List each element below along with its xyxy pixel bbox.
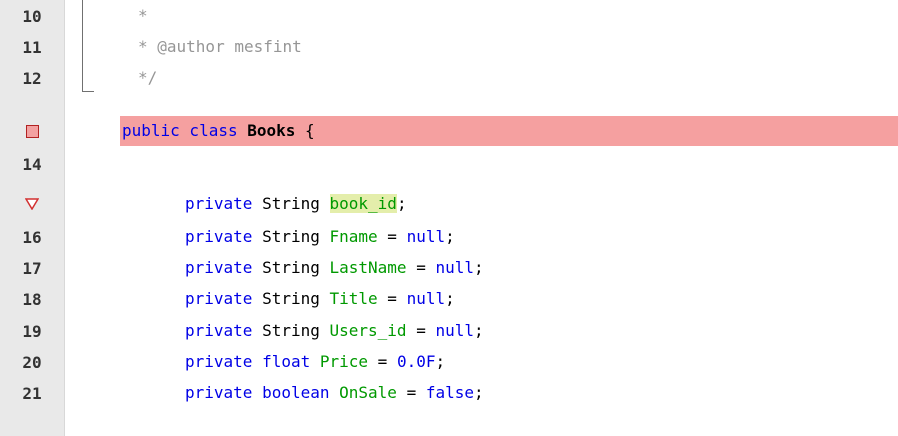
- code-line[interactable]: 10 *: [0, 0, 898, 32]
- field-declaration: private float Price = 0.0F;: [185, 346, 445, 378]
- literal: null: [435, 258, 474, 277]
- type-name: String: [252, 321, 330, 340]
- field-name: Fname: [329, 227, 378, 246]
- comment-text: * @author mesfint: [138, 37, 302, 56]
- type-name: String: [252, 289, 330, 308]
- field-name-highlighted: book_id: [329, 194, 397, 213]
- line-number: 11: [22, 37, 42, 57]
- code-line[interactable]: 12 */: [0, 62, 898, 94]
- line-number: 10: [22, 6, 42, 26]
- type-name: String: [252, 194, 330, 213]
- field-name: LastName: [329, 258, 407, 277]
- operator: =: [406, 258, 436, 277]
- code-line[interactable]: 21 private boolean OnSale = false;: [0, 377, 898, 409]
- brace: {: [295, 121, 315, 140]
- semicolon: ;: [474, 383, 484, 402]
- operator: =: [377, 227, 407, 246]
- code-line[interactable]: 14: [0, 148, 898, 180]
- field-declaration: private String book_id;: [185, 188, 407, 220]
- semicolon: ;: [435, 352, 446, 371]
- code-line[interactable]: 11 * @author mesfint: [0, 31, 898, 63]
- comment-text: */: [138, 68, 158, 87]
- field-declaration: private String Fname = null;: [185, 221, 455, 253]
- keyword: private: [185, 321, 253, 340]
- breakpoint-box-icon[interactable]: [25, 124, 39, 138]
- semicolon: ;: [445, 227, 455, 246]
- class-declaration: public class Books {: [122, 115, 315, 147]
- line-number: 18: [22, 289, 42, 309]
- line-number: 14: [22, 154, 42, 174]
- field-declaration: private boolean OnSale = false;: [185, 377, 484, 409]
- field-name: OnSale: [339, 383, 397, 402]
- keyword: private: [185, 227, 253, 246]
- field-name: Title: [329, 289, 378, 308]
- literal: false: [425, 383, 475, 402]
- literal: 0.0F: [396, 352, 436, 371]
- keyword: private: [185, 194, 253, 213]
- operator: =: [368, 352, 397, 371]
- code-line[interactable]: 19 private String Users_id = null;: [0, 315, 898, 347]
- field-name: Price: [319, 352, 369, 371]
- type-name: float: [252, 352, 320, 371]
- literal: null: [406, 289, 446, 308]
- field-declaration: private String Title = null;: [185, 283, 455, 315]
- line-number: 19: [22, 321, 42, 341]
- keyword: private: [185, 383, 253, 402]
- code-line[interactable]: private String book_id;: [0, 188, 898, 220]
- field-name: Users_id: [329, 321, 407, 340]
- code-line[interactable]: 17 private String LastName = null;: [0, 252, 898, 284]
- operator: =: [377, 289, 407, 308]
- type-name: String: [252, 227, 330, 246]
- keyword: private: [185, 289, 253, 308]
- class-name: Books: [247, 121, 296, 140]
- keyword: public class: [122, 121, 238, 140]
- warning-triangle-icon[interactable]: [25, 198, 39, 210]
- line-number: 17: [22, 258, 42, 278]
- code-line[interactable]: 20 private float Price = 0.0F;: [0, 346, 898, 378]
- field-declaration: private String Users_id = null;: [185, 315, 484, 347]
- comment-text: *: [138, 6, 148, 25]
- operator: =: [396, 383, 426, 402]
- semicolon: ;: [396, 194, 407, 213]
- type-name: String: [252, 258, 330, 277]
- line-number: 16: [22, 227, 42, 247]
- code-line[interactable]: 18 private String Title = null;: [0, 283, 898, 315]
- keyword: private: [185, 258, 253, 277]
- operator: =: [406, 321, 436, 340]
- type-name: boolean: [252, 383, 340, 402]
- literal: null: [406, 227, 446, 246]
- field-declaration: private String LastName = null;: [185, 252, 484, 284]
- literal: null: [435, 321, 474, 340]
- semicolon: ;: [445, 289, 455, 308]
- line-number: 12: [22, 68, 42, 88]
- code-editor[interactable]: 10 * 11 * @author mesfint 12 */ public c…: [0, 0, 898, 436]
- keyword: private: [185, 352, 253, 371]
- line-number: 21: [22, 383, 42, 403]
- warning-marker[interactable]: [0, 188, 64, 220]
- semicolon: ;: [474, 258, 484, 277]
- semicolon: ;: [474, 321, 484, 340]
- class-declaration-line[interactable]: public class Books {: [0, 115, 898, 147]
- line-number: 20: [22, 352, 42, 372]
- code-line[interactable]: 16 private String Fname = null;: [0, 221, 898, 253]
- breakpoint-marker[interactable]: [0, 115, 64, 147]
